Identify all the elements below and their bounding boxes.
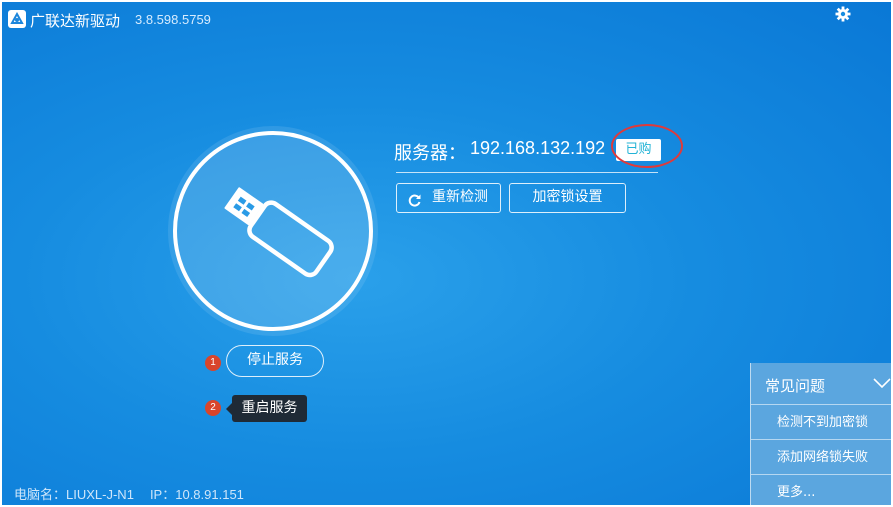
- server-ip: 192.168.132.192: [470, 138, 606, 158]
- glodon-logo-icon: [8, 10, 26, 28]
- faq-more-link[interactable]: 更多...: [751, 476, 891, 505]
- annotation-circle: [611, 124, 683, 168]
- title-bar: 广联达新驱动 3.8.598.5759: [2, 2, 891, 36]
- chevron-down-icon[interactable]: [873, 375, 891, 394]
- refresh-icon: [407, 191, 422, 218]
- faq-panel: 常见问题 检测不到加密锁 添加网络锁失败 更多...: [750, 363, 891, 505]
- pc-name-value: LIUXL-J-N1: [66, 487, 134, 502]
- stop-service-button[interactable]: 停止服务: [226, 345, 324, 377]
- app-title: 广联达新驱动: [30, 12, 121, 30]
- ip-value: 10.8.91.151: [175, 487, 244, 502]
- step-badge-2: 2: [205, 400, 221, 416]
- recheck-label: 重新检测: [432, 189, 488, 205]
- server-label: 服务器：: [394, 143, 466, 164]
- lock-settings-button[interactable]: 加密锁设置: [509, 183, 626, 213]
- faq-item[interactable]: 检测不到加密锁: [751, 406, 891, 440]
- restart-service-button[interactable]: 重启服务: [226, 395, 307, 422]
- footer-info: 电脑名：LIUXL-J-N1 IP：10.8.91.151: [14, 484, 244, 503]
- step-badge-1: 1: [205, 355, 221, 371]
- pc-name-label: 电脑名：: [14, 488, 67, 503]
- usb-drive-icon: [203, 174, 343, 288]
- faq-item[interactable]: 添加网络锁失败: [751, 441, 891, 475]
- app-version: 3.8.598.5759: [135, 12, 211, 27]
- gear-icon[interactable]: [834, 5, 852, 23]
- ip-label: IP：: [149, 487, 176, 502]
- main-window: 广联达新驱动 3.8.598.5759 1 停止服务 2 重启服务 服务器： 1…: [2, 2, 891, 505]
- faq-title: 常见问题: [765, 377, 826, 395]
- faq-header[interactable]: 常见问题: [751, 363, 891, 405]
- recheck-button[interactable]: 重新检测: [396, 183, 501, 213]
- server-divider: [396, 172, 658, 173]
